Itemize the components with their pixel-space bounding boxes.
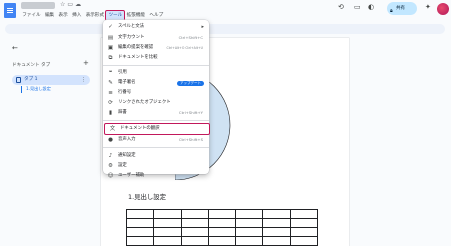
add-tab-icon[interactable]: +	[83, 59, 89, 67]
translate-icon: 文	[109, 125, 116, 132]
menu-divider	[103, 147, 209, 148]
menu-file[interactable]: ファイル	[20, 11, 43, 20]
menu-item-linked-objects[interactable]: ⟳ リンクされたオブジェクト	[103, 98, 209, 108]
settings-icon: ⚙	[108, 162, 113, 169]
menu-item-shortcut: Ctrl+Shift+Y	[178, 110, 203, 115]
spellcheck-icon: ✓	[108, 23, 113, 30]
menu-item-shortcut: Ctrl+Shift+S	[178, 137, 203, 142]
menu-item-shortcut: Ctrl+Shift+C	[178, 35, 203, 40]
voice-typing-icon: ●	[108, 136, 113, 143]
document-heading[interactable]: 1.見出し設定	[128, 192, 166, 201]
menu-item-esignature[interactable]: ✎ 電子署名 アップデート	[103, 78, 209, 88]
table-row	[125, 218, 319, 228]
top-bar: ☆▭☁ ファイル 編集 表示 挿入 表示形式 ツール 拡張機能 ヘルプ ⟲ ▭ …	[0, 0, 451, 22]
menu-item-translate-document[interactable]: 文 ドキュメントの翻訳	[104, 123, 210, 135]
menu-item-accessibility[interactable]: ☺ ユーザー補助	[103, 171, 209, 180]
menu-item-label: ユーザー補助	[118, 173, 145, 178]
menu-tools[interactable]: ツール	[105, 10, 126, 21]
sidebar-tab-1[interactable]: タブ 1 ⋮	[12, 75, 90, 85]
back-arrow-icon[interactable]: ←	[12, 44, 18, 52]
more-vert-icon[interactable]: ⋮	[81, 75, 86, 85]
comment-icon[interactable]: ▭	[354, 3, 361, 11]
menu-item-review-edits[interactable]: ▣ 編集の提案を確認 Ctrl+Alt+O Ctrl+Alt+U	[103, 43, 209, 53]
menu-item-label: 文字カウント	[118, 35, 145, 40]
move-folder-icon[interactable]: ▭	[67, 1, 75, 8]
review-edits-icon: ▣	[107, 44, 114, 51]
menu-item-voice-typing[interactable]: ● 音声入力 Ctrl+Shift+S	[103, 135, 209, 145]
menu-edit[interactable]: 編集	[43, 11, 57, 20]
menu-format[interactable]: 表示形式	[84, 11, 107, 20]
menu-item-preferences[interactable]: ⚙ 設定	[103, 161, 209, 171]
menu-item-label: 電子署名	[118, 80, 136, 85]
linked-objects-icon: ⟳	[108, 99, 113, 106]
gemini-icon[interactable]: ✦	[425, 3, 431, 11]
menu-item-label: 辞書	[118, 110, 127, 115]
formatting-toolbar	[5, 24, 445, 34]
outline-heading-item[interactable]: 1.見出し設定	[26, 86, 51, 92]
menu-item-label: 行番号	[118, 90, 132, 95]
outline-title: ドキュメント タブ	[12, 63, 51, 68]
citations-icon: ❝	[109, 69, 112, 76]
docs-logo-icon[interactable]	[4, 3, 16, 18]
line-numbers-icon: ≡	[108, 89, 113, 96]
menu-item-label: 編集の提案を確認	[118, 45, 154, 50]
tools-menu: ✓ スペルと文法 ▸ ▤ 文字カウント Ctrl+Shift+C ▣ 編集の提案…	[103, 20, 210, 179]
dictionary-icon: ▮	[108, 109, 113, 116]
history-icon[interactable]: ⟲	[338, 3, 344, 11]
menu-item-label: リンクされたオブジェクト	[118, 100, 171, 105]
chevron-right-icon: ▸	[201, 24, 204, 30]
table-row	[125, 227, 319, 237]
menu-bar: ファイル 編集 表示 挿入 表示形式 ツール 拡張機能 ヘルプ	[20, 10, 165, 21]
outline-indicator	[21, 86, 22, 93]
share-button[interactable]: 🔒︎ 共有	[387, 2, 417, 15]
menu-item-spelling[interactable]: ✓ スペルと文法 ▸	[103, 22, 209, 32]
tab-icon	[16, 77, 21, 83]
menu-item-shortcut: Ctrl+Alt+O Ctrl+Alt+U	[166, 46, 203, 50]
menu-item-citations[interactable]: ❝ 引用	[103, 68, 209, 78]
menu-insert[interactable]: 挿入	[70, 11, 84, 20]
update-badge: アップデート	[177, 80, 204, 86]
word-count-icon: ▤	[107, 34, 114, 41]
table-row	[125, 236, 319, 246]
menu-divider	[103, 120, 209, 121]
menu-help[interactable]: ヘルプ	[147, 11, 165, 20]
menu-item-line-numbers[interactable]: ≡ 行番号	[103, 88, 209, 98]
cloud-status-icon[interactable]: ☁	[75, 1, 83, 8]
menu-item-word-count[interactable]: ▤ 文字カウント Ctrl+Shift+C	[103, 33, 209, 43]
table-row	[125, 209, 319, 219]
menu-item-label: 引用	[118, 70, 127, 75]
notification-icon: ♪	[108, 152, 113, 159]
avatar[interactable]	[437, 3, 449, 15]
menu-divider	[103, 65, 209, 66]
document-title[interactable]	[21, 2, 55, 9]
menu-item-label: ドキュメントの翻訳	[120, 126, 160, 131]
tab-label: タブ 1	[24, 77, 38, 82]
menu-item-label: スペルと文法	[118, 24, 145, 29]
esignature-icon: ✎	[108, 79, 113, 86]
menu-item-label: 通知設定	[118, 153, 136, 158]
lock-icon: 🔒︎	[390, 8, 393, 14]
meet-icon[interactable]: ◐	[368, 3, 374, 11]
menu-item-notifications[interactable]: ♪ 通知設定	[103, 151, 209, 161]
accessibility-icon: ☺	[107, 172, 114, 179]
compare-icon: ⧉	[108, 54, 113, 61]
menu-item-label: 設定	[118, 163, 127, 168]
document-table[interactable]	[125, 209, 319, 246]
menu-item-label: 音声入力	[118, 137, 136, 142]
share-label: 共有	[396, 6, 405, 11]
title-actions: ☆▭☁	[60, 1, 83, 8]
menu-item-label: ドキュメントを比較	[118, 55, 158, 60]
menu-view[interactable]: 表示	[56, 11, 70, 20]
menu-item-compare[interactable]: ⧉ ドキュメントを比較	[103, 53, 209, 63]
menu-extensions[interactable]: 拡張機能	[124, 11, 147, 20]
menu-item-dictionary[interactable]: ▮ 辞書 Ctrl+Shift+Y	[103, 108, 209, 118]
